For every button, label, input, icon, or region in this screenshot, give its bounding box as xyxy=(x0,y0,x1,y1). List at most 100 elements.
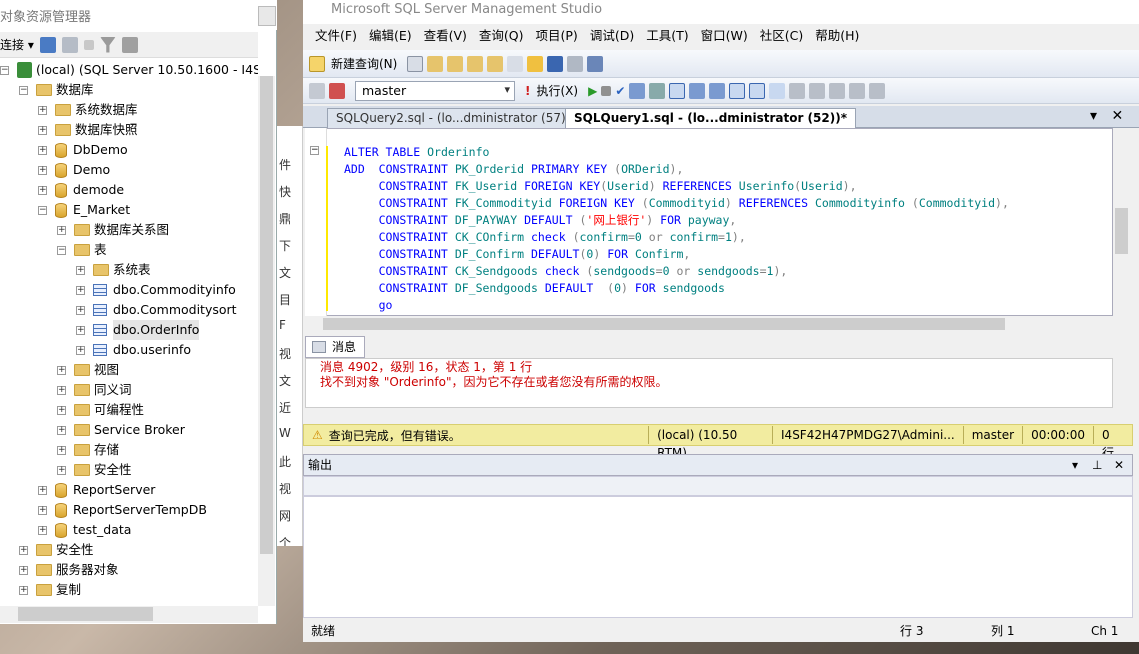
tree-node[interactable]: + demode xyxy=(38,180,124,200)
expand-icon[interactable]: + xyxy=(57,225,66,235)
activity-monitor-icon[interactable] xyxy=(587,55,604,72)
execute-icon[interactable]: ! xyxy=(525,84,530,98)
tree-node[interactable]: + test_data xyxy=(38,520,131,540)
expand-icon[interactable]: + xyxy=(76,265,85,275)
execute-button[interactable]: 执行(X) xyxy=(536,82,578,99)
change-connection-icon[interactable] xyxy=(329,82,345,99)
tree-node[interactable]: + dbo.Commoditysort xyxy=(76,300,237,320)
tree-node[interactable]: + dbo.OrderInfo xyxy=(76,320,200,340)
expand-icon[interactable]: + xyxy=(76,325,85,335)
xmla-icon[interactable] xyxy=(487,55,504,72)
expand-icon[interactable]: + xyxy=(57,365,66,375)
tree-node[interactable]: + 可编程性 xyxy=(57,400,144,420)
results-to-file-icon[interactable] xyxy=(769,82,786,99)
scrollbar-thumb[interactable] xyxy=(1115,208,1128,254)
menu-item[interactable]: 编辑(E) xyxy=(363,24,418,48)
tree-node[interactable]: + ReportServer xyxy=(38,480,155,500)
connect-icon[interactable] xyxy=(309,82,325,99)
new-file-icon[interactable] xyxy=(407,55,424,72)
results-to-grid-icon[interactable] xyxy=(749,82,766,99)
expand-icon[interactable]: + xyxy=(38,185,47,195)
expand-icon[interactable]: + xyxy=(38,125,47,135)
disconnect-icon[interactable] xyxy=(61,36,78,53)
menu-item[interactable]: 工具(T) xyxy=(640,24,694,48)
tree-node[interactable]: + 服务器对象 xyxy=(19,560,119,580)
tab-messages[interactable]: 消息 xyxy=(305,336,365,358)
expand-icon[interactable]: + xyxy=(57,405,66,415)
save-icon[interactable] xyxy=(547,55,564,72)
tab-dropdown-icon[interactable]: ▾ xyxy=(1090,108,1097,124)
display-plan-icon[interactable] xyxy=(629,82,646,99)
refresh-icon[interactable] xyxy=(121,36,138,53)
expand-icon[interactable]: + xyxy=(38,525,47,535)
menu-item[interactable]: 调试(D) xyxy=(584,24,640,48)
debug-icon[interactable]: ▶ xyxy=(588,84,597,98)
tree-node[interactable]: + dbo.Commodityinfo xyxy=(76,280,236,300)
dbquery-icon[interactable] xyxy=(427,55,444,72)
tree-node[interactable]: − E_Market xyxy=(38,200,130,220)
decrease-indent-icon[interactable] xyxy=(829,82,846,99)
results-to-icon[interactable] xyxy=(669,82,686,99)
print-icon[interactable] xyxy=(567,55,584,72)
increase-indent-icon[interactable] xyxy=(849,82,866,99)
menu-item[interactable]: 项目(P) xyxy=(530,24,584,48)
menu-item[interactable]: 文件(F) xyxy=(309,24,363,48)
tree-node[interactable]: + Service Broker xyxy=(57,420,185,440)
tree-node[interactable]: + 同义词 xyxy=(57,380,132,400)
close-icon[interactable]: ✕ xyxy=(1114,455,1124,475)
tree-node[interactable]: + 系统表 xyxy=(76,260,151,280)
include-plan-icon[interactable] xyxy=(689,82,706,99)
tab-sqlquery2[interactable]: SQLQuery2.sql - (lo...dministrator (57))… xyxy=(327,108,586,128)
expand-icon[interactable]: + xyxy=(76,285,85,295)
tree-node[interactable]: + 复制 xyxy=(19,580,81,600)
close-icon[interactable]: ✕ xyxy=(1111,108,1123,124)
expand-icon[interactable]: + xyxy=(57,385,66,395)
messages-scrollbar[interactable] xyxy=(1113,358,1130,408)
connect-icon[interactable] xyxy=(39,36,56,53)
expand-icon[interactable]: + xyxy=(38,485,47,495)
dmx-icon[interactable] xyxy=(467,55,484,72)
tree-node[interactable]: + Demo xyxy=(38,160,110,180)
expand-icon[interactable]: + xyxy=(38,505,47,515)
parse-icon[interactable]: ✔ xyxy=(615,84,625,98)
close-icon[interactable] xyxy=(258,6,276,26)
expand-icon[interactable]: + xyxy=(76,305,85,315)
tree-node[interactable]: − 表 xyxy=(57,240,107,260)
expand-icon[interactable]: + xyxy=(57,445,66,455)
menu-item[interactable]: 查看(V) xyxy=(418,24,473,48)
collapse-icon[interactable]: − xyxy=(57,245,66,255)
menu-item[interactable]: 窗口(W) xyxy=(695,24,754,48)
expand-icon[interactable]: + xyxy=(57,425,66,435)
mdx-icon[interactable] xyxy=(447,55,464,72)
collapse-icon[interactable]: − xyxy=(38,205,47,215)
scrollbar-thumb[interactable] xyxy=(323,318,1005,330)
expand-icon[interactable]: + xyxy=(38,145,47,155)
collapse-icon[interactable]: − xyxy=(310,146,319,155)
client-stats-icon[interactable] xyxy=(709,82,726,99)
tree-node[interactable]: − 数据库 xyxy=(19,80,94,100)
tree-node[interactable]: − (local) (SQL Server 10.50.1600 - I4SF42 xyxy=(0,60,258,80)
menu-item[interactable]: 帮助(H) xyxy=(809,24,865,48)
menu-item[interactable]: 社区(C) xyxy=(754,24,809,48)
dropdown-icon[interactable]: ▾ xyxy=(1072,455,1078,475)
expand-icon[interactable]: + xyxy=(19,585,28,595)
database-select[interactable]: master xyxy=(355,80,515,101)
query-designer-icon[interactable] xyxy=(649,82,666,99)
tree-node[interactable]: + 数据库快照 xyxy=(38,120,138,140)
new-item-icon[interactable] xyxy=(507,55,524,72)
expand-icon[interactable]: + xyxy=(19,545,28,555)
comment-icon[interactable] xyxy=(789,82,806,99)
tree-node[interactable]: + 数据库关系图 xyxy=(57,220,169,240)
tree-node[interactable]: + 安全性 xyxy=(57,460,132,480)
tab-sqlquery1[interactable]: SQLQuery1.sql - (lo...dministrator (52))… xyxy=(565,108,856,128)
specify-values-icon[interactable] xyxy=(869,82,886,99)
collapse-icon[interactable]: − xyxy=(19,85,28,95)
expand-icon[interactable]: + xyxy=(19,565,28,575)
tree-node[interactable]: + 安全性 xyxy=(19,540,94,560)
tree-node[interactable]: + dbo.userinfo xyxy=(76,340,191,360)
connect-button[interactable]: 连接 ▾ xyxy=(0,36,34,53)
menu-item[interactable]: 查询(Q) xyxy=(473,24,530,48)
tree-node[interactable]: + 系统数据库 xyxy=(38,100,138,120)
results-to-text-icon[interactable] xyxy=(729,82,746,99)
tree-node[interactable]: + DbDemo xyxy=(38,140,128,160)
